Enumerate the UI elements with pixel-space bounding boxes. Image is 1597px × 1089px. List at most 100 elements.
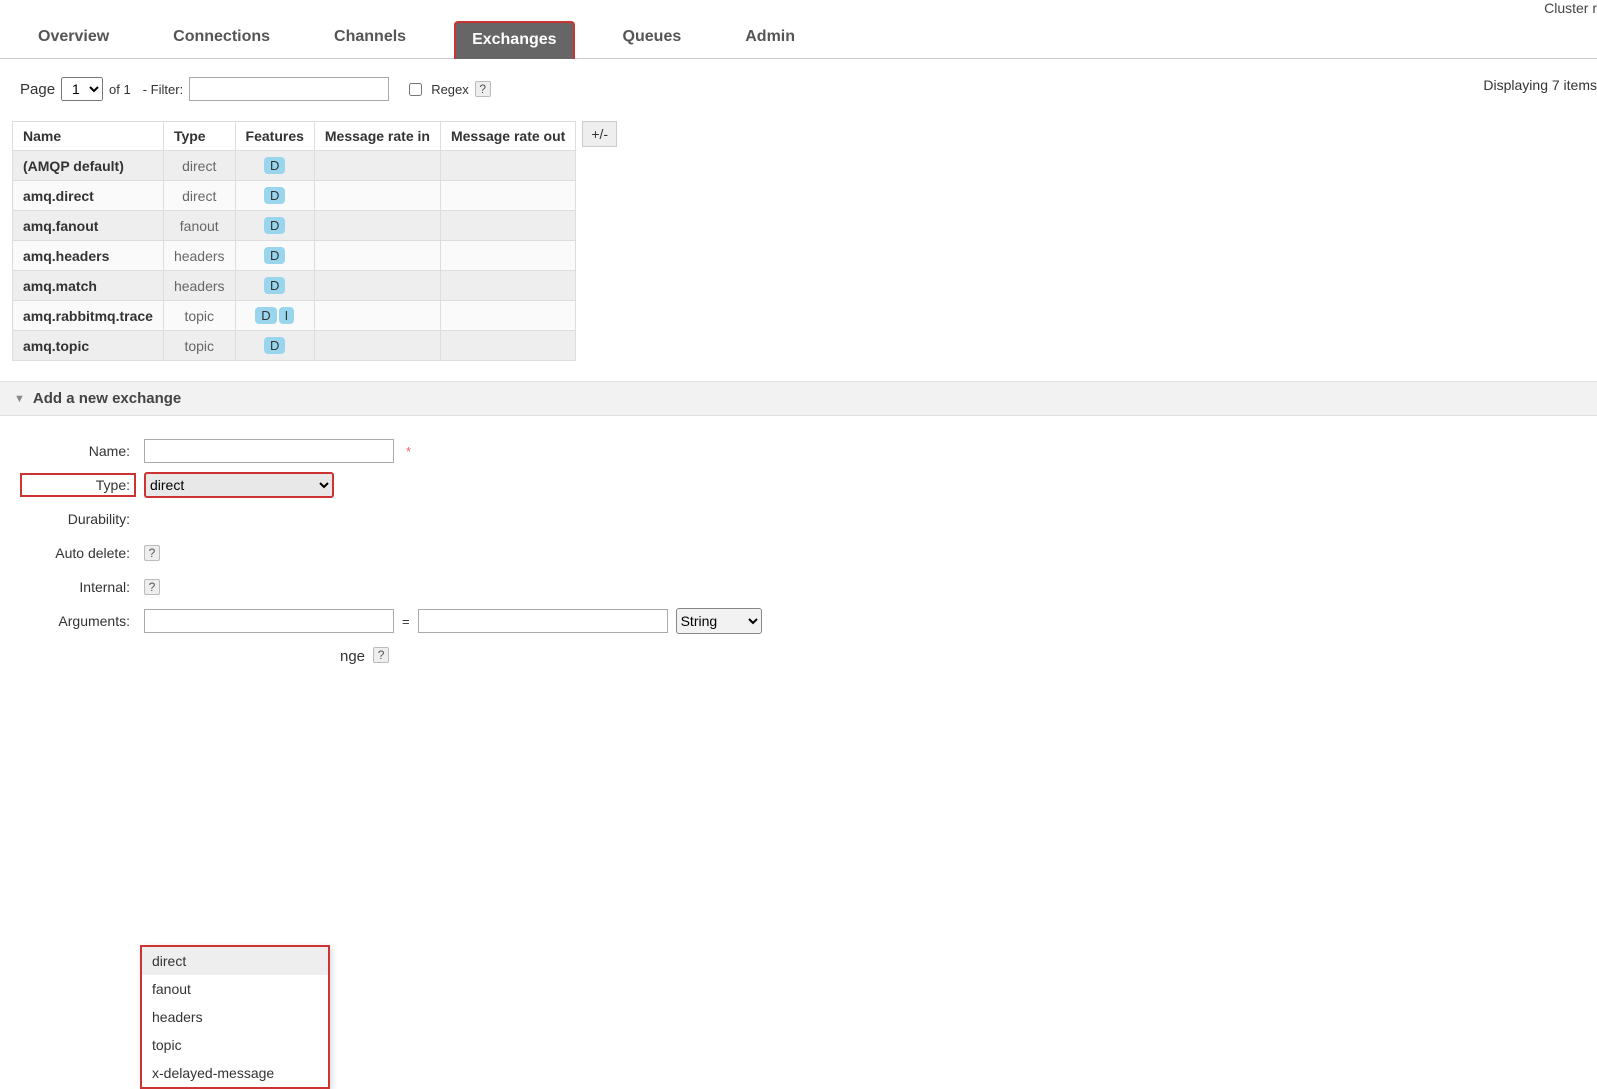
- exchange-features: D: [235, 271, 314, 301]
- rate-in: [314, 241, 440, 271]
- page-select[interactable]: 1: [61, 77, 103, 101]
- exchange-features: D: [235, 331, 314, 361]
- table-row: (AMQP default)direct D: [13, 151, 576, 181]
- chevron-down-icon: ▼: [14, 393, 25, 405]
- col-features[interactable]: Features: [235, 122, 314, 151]
- exchange-features: D: [235, 181, 314, 211]
- exchange-type: topic: [163, 301, 235, 331]
- feature-badge: D: [264, 187, 285, 204]
- col-name[interactable]: Name: [13, 122, 164, 151]
- rate-in: [314, 181, 440, 211]
- columns-toggle-button[interactable]: +/-: [582, 121, 617, 147]
- feature-badge: D: [264, 277, 285, 294]
- tab-queues[interactable]: Queues: [607, 20, 698, 58]
- type-option-fanout[interactable]: fanout: [142, 975, 328, 1003]
- exchange-features: D: [235, 211, 314, 241]
- type-option-topic[interactable]: topic: [142, 1031, 328, 1059]
- autodelete-label: Auto delete:: [20, 545, 136, 561]
- section-title: Add a new exchange: [33, 390, 181, 407]
- col-rate-in[interactable]: Message rate in: [314, 122, 440, 151]
- exchange-name-link[interactable]: (AMQP default): [13, 151, 164, 181]
- table-row: amq.headersheaders D: [13, 241, 576, 271]
- table-header-row: Name Type Features Message rate in Messa…: [13, 122, 576, 151]
- rate-in: [314, 151, 440, 181]
- table-row: amq.matchheaders D: [13, 271, 576, 301]
- feature-badge: D: [264, 217, 285, 234]
- rate-out: [440, 331, 575, 361]
- internal-label: Internal:: [20, 579, 136, 595]
- rate-out: [440, 181, 575, 211]
- rate-out: [440, 241, 575, 271]
- page-label: Page: [20, 81, 55, 98]
- type-option-x-delayed-message[interactable]: x-delayed-message: [142, 1059, 328, 1087]
- filter-input[interactable]: [189, 77, 389, 101]
- table-row: amq.fanoutfanout D: [13, 211, 576, 241]
- filter-bar: Page 1 of 1 - Filter: Regex ? Displaying…: [0, 59, 1597, 111]
- table-row: amq.rabbitmq.tracetopicDI: [13, 301, 576, 331]
- col-rate-out[interactable]: Message rate out: [440, 122, 575, 151]
- durability-label: Durability:: [20, 511, 136, 527]
- argument-value-input[interactable]: [418, 609, 668, 633]
- rate-out: [440, 271, 575, 301]
- feature-badge: D: [264, 337, 285, 354]
- exchange-name-link[interactable]: amq.topic: [13, 331, 164, 361]
- tab-overview[interactable]: Overview: [22, 20, 125, 58]
- type-option-direct[interactable]: direct: [142, 947, 328, 975]
- nge-help-button[interactable]: ?: [373, 647, 389, 663]
- exchange-type: direct: [163, 151, 235, 181]
- exchange-name-link[interactable]: amq.direct: [13, 181, 164, 211]
- regex-checkbox[interactable]: [409, 83, 422, 96]
- exchange-name-link[interactable]: amq.fanout: [13, 211, 164, 241]
- exchanges-table: Name Type Features Message rate in Messa…: [12, 121, 576, 361]
- regex-label: Regex: [431, 82, 469, 97]
- nav-tabs: Overview Connections Channels Exchanges …: [10, 0, 811, 58]
- autodelete-help-button[interactable]: ?: [144, 545, 160, 561]
- exchange-name-link[interactable]: amq.headers: [13, 241, 164, 271]
- rate-in: [314, 271, 440, 301]
- exchange-type: headers: [163, 241, 235, 271]
- rate-out: [440, 301, 575, 331]
- exchange-name-link[interactable]: amq.rabbitmq.trace: [13, 301, 164, 331]
- tab-connections[interactable]: Connections: [157, 20, 286, 58]
- filter-label: - Filter:: [143, 82, 183, 97]
- feature-badge: D: [264, 157, 285, 174]
- exchange-name-link[interactable]: amq.match: [13, 271, 164, 301]
- tab-admin[interactable]: Admin: [729, 20, 811, 58]
- rate-in: [314, 211, 440, 241]
- feature-badge: D: [255, 307, 276, 324]
- displaying-count: Displaying 7 items: [1483, 77, 1597, 93]
- exchange-type: fanout: [163, 211, 235, 241]
- type-dropdown-list: direct fanout headers topic x-delayed-me…: [140, 945, 330, 1089]
- feature-badge: I: [279, 307, 295, 324]
- table-row: amq.directdirect D: [13, 181, 576, 211]
- col-type[interactable]: Type: [163, 122, 235, 151]
- exchange-features: D: [235, 241, 314, 271]
- argument-equals: =: [402, 614, 410, 629]
- argument-type-select[interactable]: String: [676, 608, 762, 634]
- name-input[interactable]: [144, 439, 394, 463]
- exchange-type: headers: [163, 271, 235, 301]
- required-mark: *: [406, 444, 411, 459]
- type-label: Type:: [20, 473, 136, 497]
- internal-help-button[interactable]: ?: [144, 579, 160, 595]
- name-label: Name:: [20, 443, 136, 459]
- feature-badge: D: [264, 247, 285, 264]
- type-select[interactable]: direct: [144, 472, 334, 498]
- rate-out: [440, 151, 575, 181]
- rate-in: [314, 331, 440, 361]
- add-exchange-section-header[interactable]: ▼ Add a new exchange: [0, 381, 1597, 416]
- exchange-type: direct: [163, 181, 235, 211]
- tab-exchanges[interactable]: Exchanges: [454, 21, 574, 59]
- truncated-text: nge: [340, 648, 365, 665]
- argument-key-input[interactable]: [144, 609, 394, 633]
- type-option-headers[interactable]: headers: [142, 1003, 328, 1031]
- rate-in: [314, 301, 440, 331]
- rate-out: [440, 211, 575, 241]
- regex-help-button[interactable]: ?: [475, 81, 491, 97]
- add-exchange-form: Name: * Type: direct Durability: Auto de…: [0, 416, 1597, 672]
- exchange-features: D: [235, 151, 314, 181]
- exchange-features: DI: [235, 301, 314, 331]
- tab-channels[interactable]: Channels: [318, 20, 422, 58]
- exchange-type: topic: [163, 331, 235, 361]
- table-row: amq.topictopic D: [13, 331, 576, 361]
